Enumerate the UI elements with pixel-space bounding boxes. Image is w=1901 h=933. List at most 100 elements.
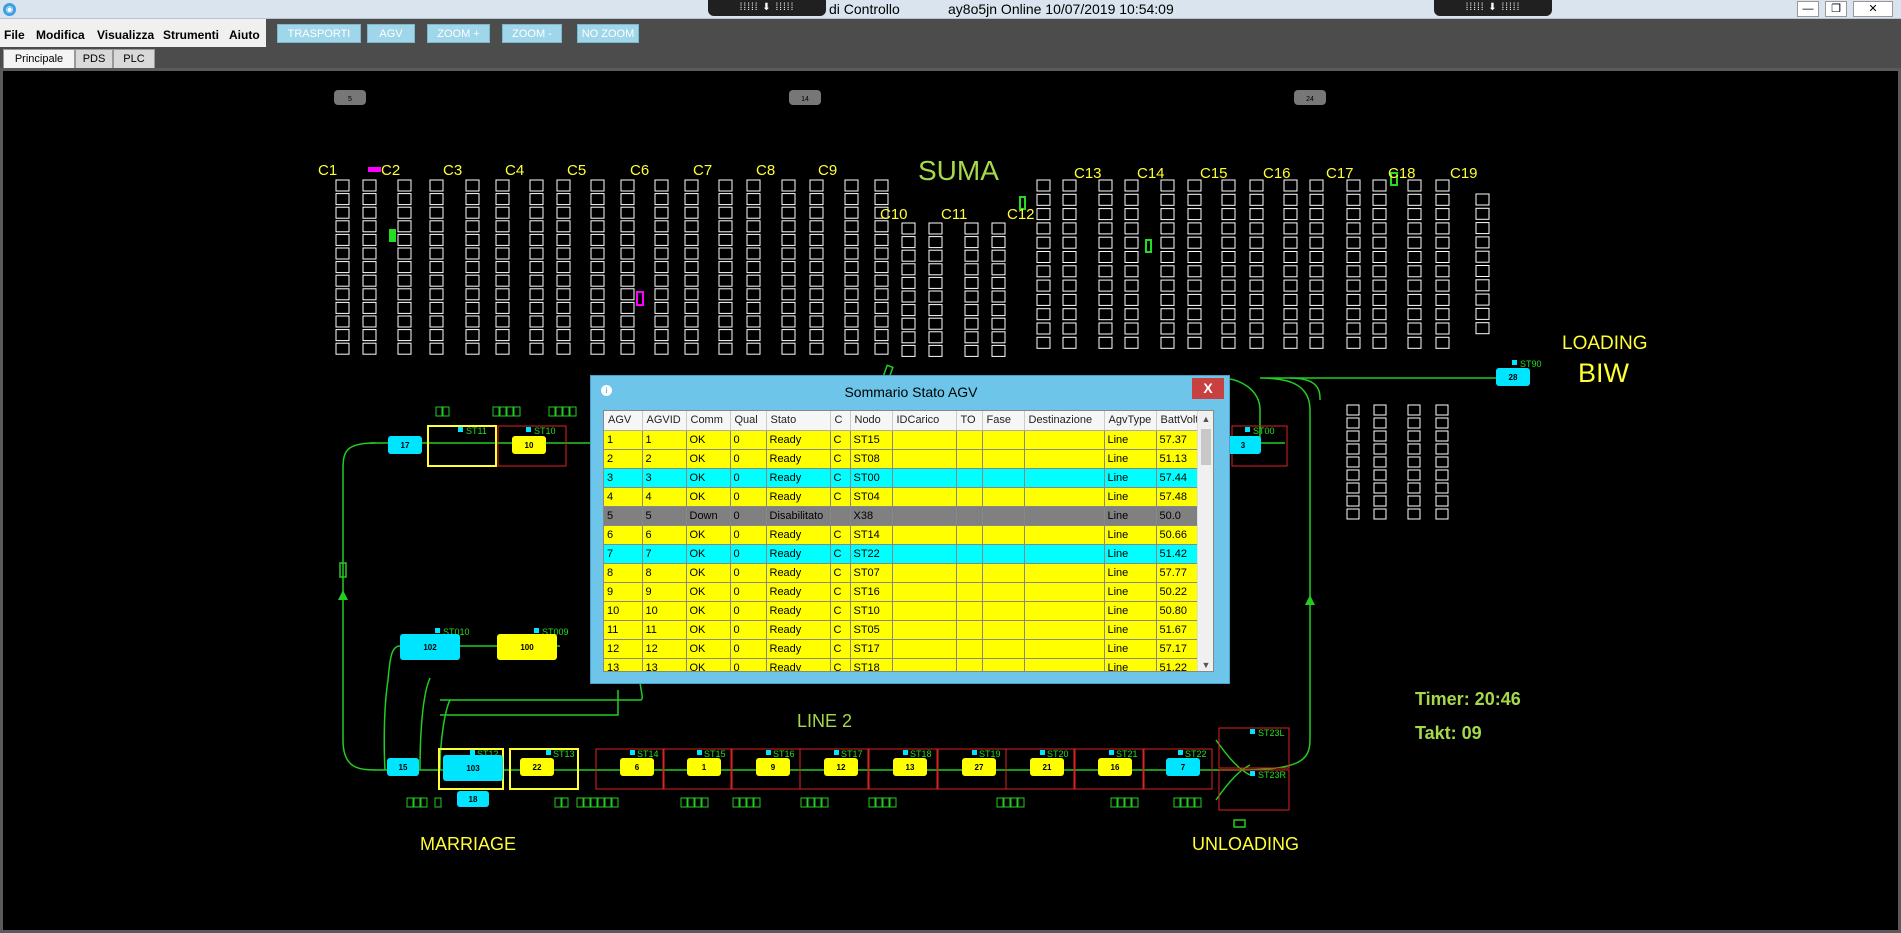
rack-slot [1124, 179, 1139, 192]
column-header[interactable]: Qual [730, 411, 767, 431]
menu-visualizza[interactable]: Visualizza [96, 28, 156, 42]
table-cell: Ready [766, 582, 831, 602]
rack-slot [1098, 279, 1113, 292]
column-header[interactable]: Comm [686, 411, 731, 431]
column-header[interactable]: AGV [604, 411, 643, 431]
agv-number: 12 [837, 763, 846, 772]
rack-slot [1372, 293, 1387, 306]
table-row[interactable]: 8 8 OK 0 Ready C ST07 Line 57.77 [604, 563, 1207, 583]
menu-file[interactable]: File [3, 28, 26, 42]
menu-strumenti[interactable]: Strumenti [162, 28, 221, 42]
rack-slot [718, 342, 733, 355]
tab-pds[interactable]: PDS [75, 49, 113, 68]
menu-modifica[interactable]: Modifica [35, 28, 86, 42]
column-header[interactable]: TO [956, 411, 983, 431]
rack-slot [1124, 308, 1139, 321]
table-row[interactable]: 7 7 OK 0 Ready C ST22 Line 51.42 [604, 544, 1207, 564]
zoom-in-button[interactable]: ZOOM + [427, 24, 490, 43]
menu-aiuto[interactable]: Aiuto [228, 28, 261, 42]
download-ribbon-right[interactable]: ⁞⁞⁞⁞⁞ ⬇ ⁞⁞⁞⁞⁞ [1434, 0, 1552, 16]
column-header[interactable]: AGVID [642, 411, 687, 431]
scroll-up-icon[interactable]: ▲ [1198, 411, 1213, 427]
buffer-slot [435, 406, 443, 417]
track-segment [440, 690, 619, 716]
rack-slot [1098, 236, 1113, 249]
rack-slot [718, 301, 733, 314]
loading-label: LOADING [1562, 333, 1648, 354]
station-box [1074, 748, 1144, 790]
dialog-close-button[interactable]: X [1192, 378, 1224, 399]
rack-slot [684, 247, 699, 260]
restore-button[interactable]: ❐ [1825, 1, 1847, 17]
table-row[interactable]: 4 4 OK 0 Ready C ST04 Line 57.48 [604, 487, 1207, 507]
rack-slot [874, 315, 889, 328]
tab-plc[interactable]: PLC [113, 49, 155, 68]
rack-slot [362, 288, 377, 301]
rack-slot [529, 329, 544, 342]
column-header[interactable]: AgvType [1104, 411, 1157, 431]
rack-slot [809, 220, 824, 233]
agv-number: 100 [520, 643, 534, 652]
table-row[interactable]: 10 10 OK 0 Ready C ST10 Line 50.80 [604, 601, 1207, 621]
rack-slot [495, 301, 510, 314]
table-row[interactable]: 2 2 OK 0 Ready C ST08 Line 51.13 [604, 449, 1207, 469]
zoom-out-button[interactable]: ZOOM - [502, 24, 562, 43]
table-cell: Disabilitato [766, 506, 831, 526]
download-ribbon-left[interactable]: ⁞⁞⁞⁞⁞ ⬇ ⁞⁞⁞⁞⁞ [708, 0, 826, 16]
table-cell: Down [686, 506, 731, 526]
table-row[interactable]: 1 1 OK 0 Ready C ST15 Line 57.37 [604, 430, 1207, 450]
tab-principale[interactable]: Principale [3, 49, 75, 68]
table-row[interactable]: 13 13 OK 0 Ready C ST18 Line 51.22 [604, 658, 1207, 671]
agv-vehicle [443, 755, 503, 781]
rack-slot [1435, 404, 1449, 416]
rack-slot [1221, 279, 1236, 292]
table-row[interactable]: 11 11 OK 0 Ready C ST05 Line 51.67 [604, 620, 1207, 640]
buffer-slot [1194, 797, 1202, 808]
rack-slot [809, 193, 824, 206]
rack-slot [1309, 279, 1324, 292]
rack-slot [1062, 279, 1077, 292]
column-header[interactable]: Fase [982, 411, 1025, 431]
buffer-slot [604, 797, 612, 808]
column-header[interactable]: Nodo [850, 411, 893, 431]
marker-badge [1294, 90, 1326, 105]
rack-slot [1160, 193, 1175, 206]
agv-button[interactable]: AGV [367, 24, 415, 43]
station-box [1218, 727, 1290, 769]
rack-slot [1098, 222, 1113, 235]
rack-slot [844, 220, 859, 233]
close-button[interactable]: ✕ [1853, 1, 1893, 17]
rack-slot [556, 220, 571, 233]
table-cell: 0 [730, 449, 767, 469]
table-row[interactable]: 5 5 Down 0 Disabilitato X38 Line 50.0 [604, 506, 1207, 526]
scroll-down-icon[interactable]: ▼ [1198, 657, 1213, 671]
no-zoom-button[interactable]: NO ZOOM [577, 24, 639, 43]
table-scrollbar[interactable]: ▲ ▼ [1197, 411, 1213, 671]
table-cell: OK [686, 601, 731, 621]
table-cell: ST14 [850, 525, 893, 545]
trasporti-button[interactable]: TRASPORTI [277, 24, 361, 43]
station-label: ST18 [910, 749, 932, 759]
rack-slot [1098, 265, 1113, 278]
table-row[interactable]: 6 6 OK 0 Ready C ST14 Line 50.66 [604, 525, 1207, 545]
rack-slot [684, 342, 699, 355]
column-header[interactable]: Destinazione [1024, 411, 1105, 431]
rack-slot [1475, 207, 1490, 220]
table-row[interactable]: 3 3 OK 0 Ready C ST00 Line 57.44 [604, 468, 1207, 488]
column-header[interactable]: C [830, 411, 851, 431]
rack-slot [928, 263, 943, 276]
rack-slot [335, 247, 350, 260]
scroll-thumb[interactable] [1201, 429, 1211, 465]
table-row[interactable]: 9 9 OK 0 Ready C ST16 Line 50.22 [604, 582, 1207, 602]
column-header[interactable]: Stato [766, 411, 831, 431]
rack-slot [809, 342, 824, 355]
rack-slot [465, 315, 480, 328]
rack-slot [1062, 336, 1077, 349]
minimize-button[interactable]: — [1797, 1, 1819, 17]
rack-slot [991, 344, 1006, 357]
table-row[interactable]: 12 12 OK 0 Ready C ST17 Line 57.17 [604, 639, 1207, 659]
agv-number: 6 [635, 763, 640, 772]
rack-slot [1062, 193, 1077, 206]
column-header[interactable]: IDCarico [892, 411, 957, 431]
column-label: C18 [1388, 165, 1416, 182]
